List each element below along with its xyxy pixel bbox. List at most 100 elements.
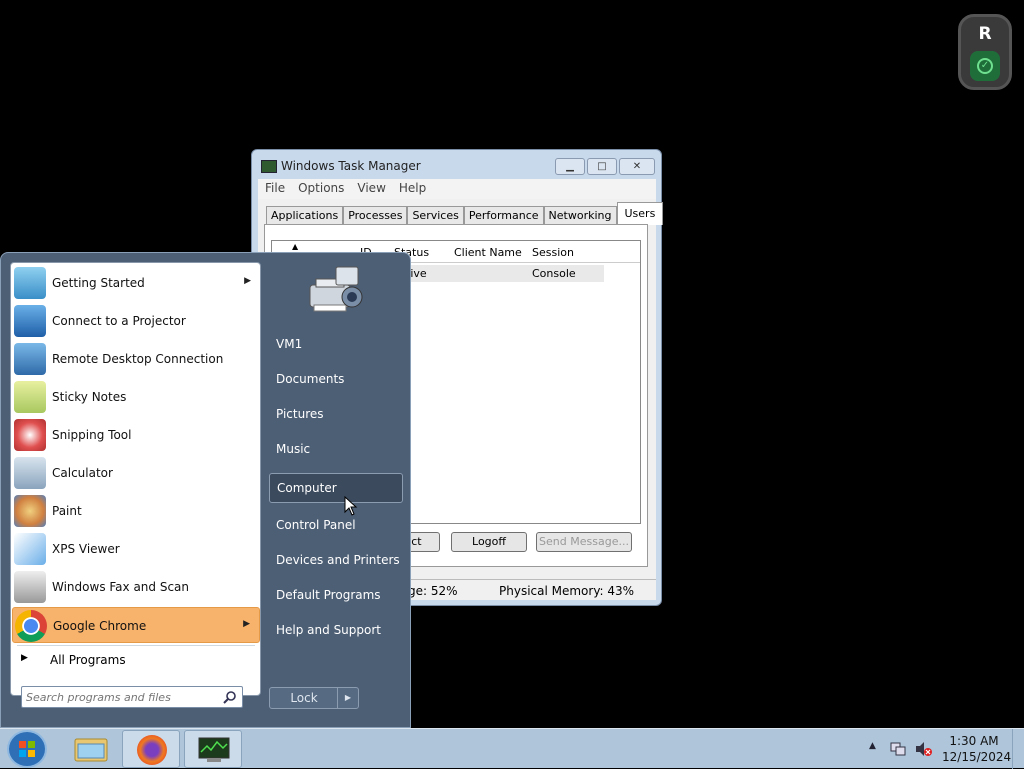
window-titlebar[interactable]: Windows Task Manager ▁ □ ✕: [252, 150, 661, 180]
status-cpu: ge: 52%: [408, 584, 458, 598]
place-label: Help and Support: [276, 623, 381, 637]
program-xps-viewer[interactable]: XPS Viewer: [12, 531, 260, 567]
start-search-box[interactable]: [21, 686, 243, 708]
taskbar-firefox-button[interactable]: [122, 730, 180, 768]
clock-date: 12/15/2024: [942, 750, 1012, 764]
start-button[interactable]: [7, 730, 47, 768]
place-label: Music: [276, 442, 311, 456]
fax-scan-icon: [14, 571, 46, 603]
program-paint[interactable]: Paint: [12, 493, 260, 529]
menu-file[interactable]: File: [265, 179, 285, 199]
program-label: Windows Fax and Scan: [52, 580, 190, 594]
program-google-chrome[interactable]: Google Chrome ▶: [12, 607, 260, 643]
program-snipping-tool[interactable]: Snipping Tool: [12, 417, 260, 453]
maximize-button[interactable]: □: [587, 158, 617, 175]
show-desktop-button[interactable]: [1012, 729, 1024, 769]
getting-started-icon: [14, 267, 46, 299]
remote-logo-icon: R: [978, 24, 992, 44]
column-client-name[interactable]: Client Name: [454, 246, 522, 259]
program-label: Paint: [52, 504, 82, 518]
tab-users[interactable]: Users: [616, 202, 664, 225]
program-label: XPS Viewer: [52, 542, 120, 556]
show-hidden-icons-button[interactable]: ▲: [869, 741, 876, 751]
remote-desktop-icon: [14, 343, 46, 375]
taskbar-task-manager-button[interactable]: [184, 730, 242, 768]
place-help-support[interactable]: Help and Support: [269, 616, 403, 646]
column-session[interactable]: Session: [532, 246, 574, 259]
place-computer[interactable]: Computer: [269, 473, 403, 503]
place-control-panel[interactable]: Control Panel: [269, 511, 403, 541]
program-fax-scan[interactable]: Windows Fax and Scan: [12, 569, 260, 605]
projector-icon: [14, 305, 46, 337]
menu-bar: File Options View Help: [258, 179, 656, 199]
program-label: Remote Desktop Connection: [52, 352, 224, 366]
place-label: Devices and Printers: [276, 553, 400, 567]
taskbar-explorer-button[interactable]: [62, 730, 120, 768]
status-memory: Physical Memory: 43%: [499, 584, 635, 598]
send-message-button[interactable]: Send Message...: [536, 532, 632, 552]
place-documents[interactable]: Documents: [269, 365, 403, 395]
submenu-arrow-icon: ▶: [243, 619, 250, 629]
program-sticky-notes[interactable]: Sticky Notes: [12, 379, 260, 415]
mouse-cursor-icon: [344, 496, 358, 516]
firefox-icon: [137, 735, 167, 765]
desktop: R ✓ Windows Task Manager ▁ □ ✕ File Opti…: [0, 0, 1024, 769]
menu-view[interactable]: View: [357, 179, 385, 199]
place-label: Default Programs: [276, 588, 381, 602]
shutdown-options-arrow-icon[interactable]: ▶: [337, 688, 358, 708]
window-title: Windows Task Manager: [281, 159, 421, 173]
system-clock[interactable]: 1:30 AM 12/15/2024: [942, 733, 1012, 765]
program-label: Calculator: [52, 466, 113, 480]
sticky-notes-icon: [14, 381, 46, 413]
taskbar: ▲ 1:30 AM 12/15/2024: [0, 728, 1024, 769]
volume-muted-icon[interactable]: [915, 741, 933, 757]
menu-options[interactable]: Options: [298, 179, 344, 199]
expand-arrow-icon: ▶: [21, 653, 28, 663]
place-label: Control Panel: [276, 518, 356, 532]
lock-button-group: Lock ▶: [269, 687, 359, 709]
place-label: Pictures: [276, 407, 324, 421]
place-label: Computer: [277, 481, 337, 495]
tab-processes[interactable]: Processes: [343, 206, 408, 225]
programs-pane: Getting Started ▶ Connect to a Projector…: [10, 262, 261, 696]
calculator-icon: [14, 457, 46, 489]
task-manager-icon: [198, 737, 230, 762]
snipping-tool-icon: [14, 419, 46, 451]
place-pictures[interactable]: Pictures: [269, 400, 403, 430]
cell-session: Console: [532, 267, 576, 280]
remote-session-widget[interactable]: R ✓: [958, 14, 1012, 90]
minimize-button[interactable]: ▁: [555, 158, 585, 175]
explorer-icon: [74, 738, 108, 762]
program-connect-projector[interactable]: Connect to a Projector: [12, 303, 260, 339]
program-calculator[interactable]: Calculator: [12, 455, 260, 491]
all-programs-button[interactable]: ▶ All Programs: [11, 649, 259, 671]
search-input[interactable]: [26, 689, 218, 705]
program-remote-desktop[interactable]: Remote Desktop Connection: [12, 341, 260, 377]
tab-services[interactable]: Services: [407, 206, 464, 225]
chrome-icon: [15, 610, 47, 642]
program-label: Connect to a Projector: [52, 314, 186, 328]
all-programs-label: All Programs: [50, 653, 126, 667]
logoff-button[interactable]: Logoff: [451, 532, 527, 552]
close-button[interactable]: ✕: [619, 158, 655, 175]
lock-button[interactable]: Lock: [270, 688, 338, 708]
xps-viewer-icon: [14, 533, 46, 565]
network-icon[interactable]: [890, 741, 906, 757]
place-music[interactable]: Music: [269, 435, 403, 465]
program-label: Google Chrome: [53, 619, 147, 633]
tab-strip: Applications Processes Services Performa…: [266, 202, 664, 225]
place-devices-printers[interactable]: Devices and Printers: [269, 546, 403, 576]
program-label: Getting Started: [52, 276, 145, 290]
tab-applications[interactable]: Applications: [266, 206, 344, 225]
program-label: Snipping Tool: [52, 428, 132, 442]
tab-performance[interactable]: Performance: [463, 206, 544, 225]
places-pane: VM1 Documents Pictures Music Computer Co…: [261, 253, 411, 729]
divider: [17, 645, 255, 646]
program-getting-started[interactable]: Getting Started ▶: [12, 265, 260, 301]
start-menu: Getting Started ▶ Connect to a Projector…: [0, 252, 411, 728]
place-default-programs[interactable]: Default Programs: [269, 581, 403, 611]
menu-help[interactable]: Help: [399, 179, 426, 199]
place-vm1[interactable]: VM1: [269, 330, 403, 360]
tab-networking[interactable]: Networking: [543, 206, 617, 225]
place-label: Documents: [276, 372, 345, 386]
